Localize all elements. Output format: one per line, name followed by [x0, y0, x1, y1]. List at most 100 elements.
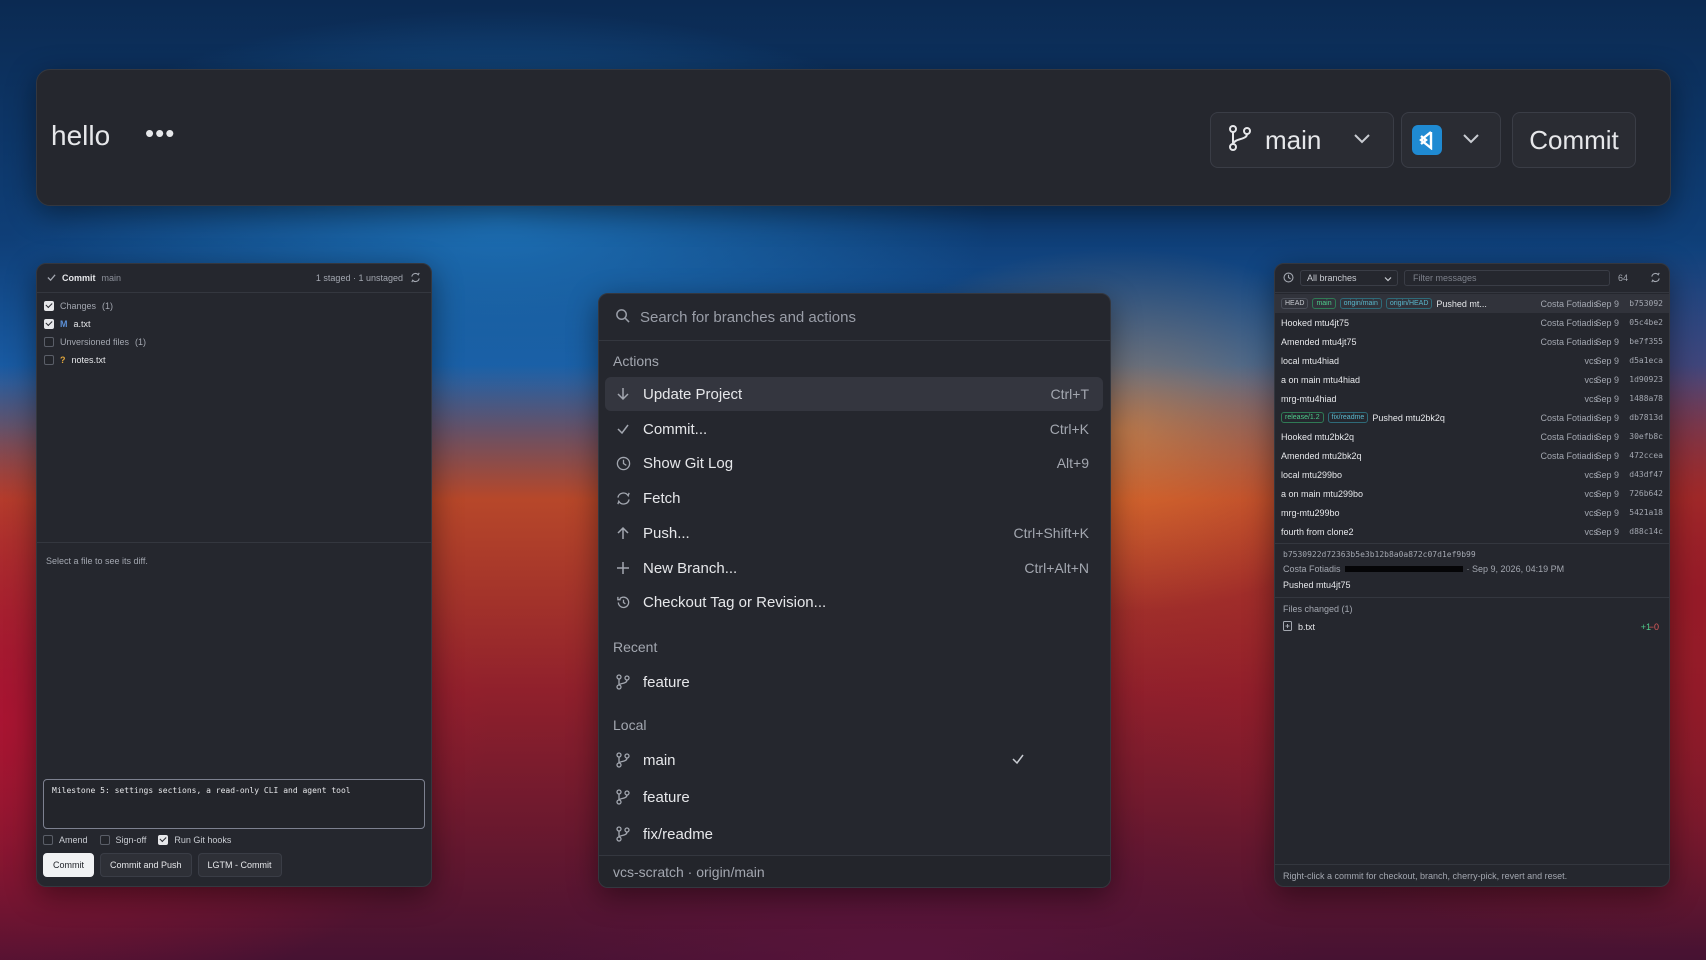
commit-row[interactable]: release/1.2 fix/readme Pushed mtu2bk2q Cost… [1275, 408, 1669, 427]
action-checkout-tag[interactable]: Checkout Tag or Revision... [605, 585, 1103, 619]
commit-row[interactable]: a on main mtu299bo vcs Sep 9 726b642 [1275, 484, 1669, 503]
more-menu-button[interactable]: ••• [145, 118, 175, 149]
commit-row[interactable]: local mtu4hiad vcs Sep 9 d5a1eca [1275, 351, 1669, 370]
commit-hash: d43df47 [1629, 470, 1663, 479]
commit-author: Costa Fotiadis [1540, 336, 1598, 347]
commit-message: mrg-mtu4hiad [1281, 393, 1337, 404]
lgtm-commit-button[interactable]: LGTM - Commit [197, 853, 282, 877]
project-title: hello [51, 120, 111, 151]
commit-submit-button[interactable]: Commit [43, 853, 94, 877]
file-checkbox[interactable] [44, 355, 54, 365]
action-shortcut: Ctrl+Alt+N [1024, 560, 1089, 576]
commit-row[interactable]: mrg-mtu299bo vcs Sep 9 5421a18 [1275, 503, 1669, 522]
chevron-down-icon [1460, 127, 1482, 154]
filter-messages-input[interactable]: Filter messages [1404, 270, 1610, 286]
commit-date: Sep 9 [1595, 355, 1619, 366]
action-shortcut: Ctrl+K [1049, 421, 1089, 437]
action-label: Show Git Log [643, 454, 734, 472]
commit-and-push-button[interactable]: Commit and Push [100, 853, 192, 877]
refresh-icon[interactable] [410, 272, 421, 285]
commit-row[interactable]: Amended mtu4jt75 Costa Fotiadis Sep 9 be7f3… [1275, 332, 1669, 351]
local-branch-item[interactable]: feature [605, 780, 1103, 814]
branch-icon [615, 752, 631, 768]
commit-date: Sep 9 [1595, 507, 1619, 518]
commit-row[interactable]: mrg-mtu4hiad vcs Sep 9 1488a78 [1275, 389, 1669, 408]
action-show-git-log[interactable]: Show Git Log Alt+9 [605, 446, 1103, 480]
commit-hash: 472ccea [1629, 451, 1663, 460]
action-label: Commit... [643, 420, 708, 438]
commit-date: Sep 9 [1595, 393, 1619, 404]
action-update-project[interactable]: Update Project Ctrl+T [605, 377, 1103, 411]
commit-hash: d5a1eca [1629, 356, 1663, 365]
action-new-branch[interactable]: New Branch... Ctrl+Alt+N [605, 551, 1103, 585]
changed-file-row[interactable]: b.txt +1 −0 [1283, 621, 1661, 633]
action-label: Update Project [643, 385, 743, 403]
ref-tag: HEAD [1281, 298, 1309, 309]
branch-selector-button[interactable]: main [1210, 112, 1394, 168]
action-fetch[interactable]: Fetch [605, 481, 1103, 515]
clock-icon [615, 456, 631, 471]
commit-message: Hooked mtu2bk2q [1281, 431, 1355, 442]
commit-row[interactable]: Amended mtu2bk2q Costa Fotiadis Sep 9 472cc… [1275, 446, 1669, 465]
changes-checkbox[interactable] [44, 301, 54, 311]
action-commit[interactable]: Commit... Ctrl+K [605, 412, 1103, 446]
file-row[interactable]: M a.txt [37, 315, 431, 333]
signoff-checkbox[interactable] [99, 835, 110, 845]
signoff-option[interactable]: Sign-off [99, 835, 146, 845]
detail-author: Costa Fotiadis [1283, 564, 1341, 574]
unversioned-group[interactable]: Unversioned files (1) [37, 333, 431, 351]
commit-row[interactable]: HEAD main origin/main origin/HEAD Pushed mt.… [1275, 294, 1669, 313]
commit-panel-title: Commit [62, 273, 96, 283]
commit-options: Amend Sign-off Run Git hooks [43, 835, 241, 845]
refresh-icon[interactable] [1650, 272, 1661, 285]
branch-filter-select[interactable]: All branches [1300, 270, 1398, 286]
commit-hash: db7813d [1629, 413, 1663, 422]
ref-tag: main [1312, 298, 1336, 309]
changes-group[interactable]: Changes (1) [37, 297, 431, 315]
commit-row[interactable]: fourth from clone2 vcs Sep 9 d88c14c [1275, 522, 1669, 541]
commit-message-input[interactable]: Milestone 5: settings sections, a read-o… [43, 779, 425, 829]
commit-hash: 5421a18 [1629, 508, 1663, 517]
commit-row[interactable]: Hooked mtu4jt75 Costa Fotiadis Sep 9 05c4be… [1275, 313, 1669, 332]
commit-author: Costa Fotiadis [1540, 317, 1598, 328]
commit-author: Costa Fotiadis [1540, 450, 1598, 461]
hooks-checkbox[interactable] [158, 835, 169, 845]
file-name: notes.txt [71, 355, 106, 365]
ref-tag: release/1.2 [1281, 412, 1324, 423]
commit-author: Costa Fotiadis [1540, 298, 1598, 309]
local-branch-item[interactable]: fix/readme [605, 817, 1103, 851]
refresh-icon [615, 491, 631, 506]
commit-hash: 726b642 [1629, 489, 1663, 498]
vscode-icon [1412, 125, 1442, 155]
commit-details: b7530922d72363b5e3b12b8a0a872c07d1ef9b99… [1275, 543, 1669, 596]
action-label: Fetch [643, 489, 681, 507]
commit-date: Sep 9 [1595, 526, 1619, 537]
palette-search-input[interactable]: Search for branches and actions [599, 294, 1110, 341]
amend-option[interactable]: Amend [43, 835, 88, 845]
commit-hash: 1488a78 [1629, 394, 1663, 403]
commit-message: fourth from clone2 [1281, 526, 1354, 537]
file-checkbox[interactable] [44, 319, 54, 329]
hooks-option[interactable]: Run Git hooks [158, 835, 231, 845]
commit-row[interactable]: local mtu299bo vcs Sep 9 d43df47 [1275, 465, 1669, 484]
local-branch-item[interactable]: main [605, 743, 1103, 777]
file-row[interactable]: ? notes.txt [37, 351, 431, 369]
commit-row[interactable]: a on main mtu4hiad vcs Sep 9 1d90923 [1275, 370, 1669, 389]
changed-file-name: b.txt [1298, 622, 1316, 632]
commit-actions: Commit Commit and Push LGTM - Commit [43, 853, 282, 877]
commit-row[interactable]: Hooked mtu2bk2q Costa Fotiadis Sep 9 30efb8… [1275, 427, 1669, 446]
amend-checkbox[interactable] [43, 835, 53, 845]
staged-counts: 1 staged · 1 unstaged [315, 273, 403, 283]
commit-button[interactable]: Commit [1512, 112, 1636, 168]
commit-hash: be7f355 [1629, 337, 1663, 346]
current-branch-check-icon [1011, 752, 1025, 770]
unversioned-checkbox[interactable] [44, 337, 54, 347]
check-icon [47, 273, 56, 284]
open-in-ide-button[interactable] [1401, 112, 1501, 168]
recent-branch-item[interactable]: feature [605, 665, 1103, 699]
file-name: a.txt [73, 319, 91, 329]
commit-message: local mtu4hiad [1281, 355, 1340, 366]
commit-message: a on main mtu4hiad [1281, 374, 1361, 385]
action-push[interactable]: Push... Ctrl+Shift+K [605, 516, 1103, 550]
actions-section-label: Actions [613, 353, 659, 369]
